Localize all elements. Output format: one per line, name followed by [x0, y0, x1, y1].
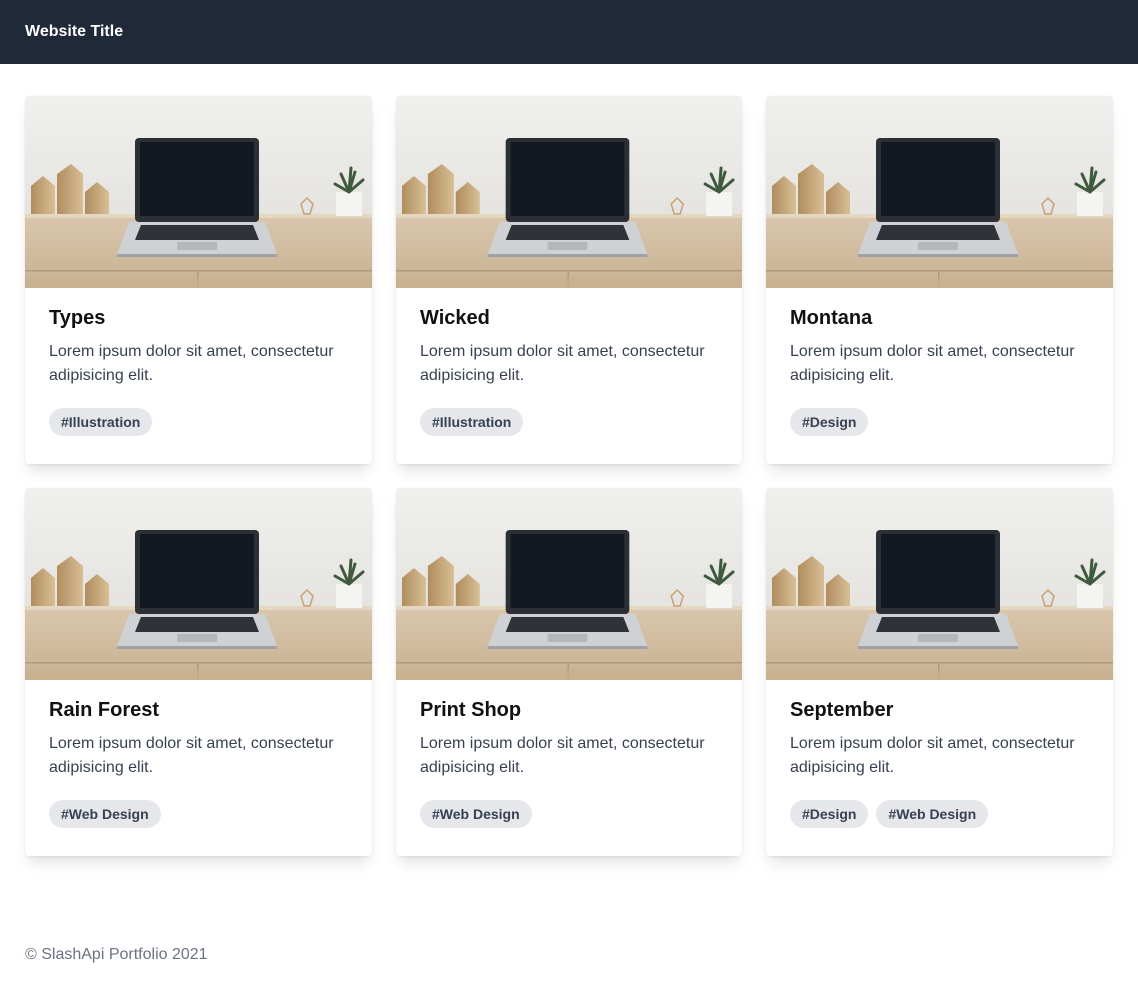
- tag-list: #Design #Web Design: [790, 800, 1089, 828]
- card-title: Rain Forest: [49, 699, 160, 721]
- tag-badge[interactable]: #Illustration: [420, 408, 524, 436]
- laptop-on-desk-photo: [396, 96, 742, 288]
- tag-list: #Web Design: [49, 800, 348, 828]
- copyright-text: © SlashApi Portfolio 2021: [25, 946, 208, 963]
- page-footer: © SlashApi Portfolio 2021: [25, 946, 208, 964]
- tag-list: #Illustration: [49, 408, 348, 436]
- tag-list: #Web Design: [420, 800, 718, 828]
- tag-badge[interactable]: #Web Design: [420, 800, 532, 828]
- card-body: Montana Lorem ipsum dolor sit amet, cons…: [766, 288, 1113, 436]
- card-body: Wicked Lorem ipsum dolor sit amet, conse…: [396, 288, 742, 436]
- card-title: Wicked: [420, 307, 490, 329]
- card-description: Lorem ipsum dolor sit amet, consectetur …: [420, 343, 705, 384]
- card-title: Montana: [790, 307, 873, 329]
- tag-badge[interactable]: #Web Design: [49, 800, 161, 828]
- card-description: Lorem ipsum dolor sit amet, consectetur …: [790, 735, 1075, 776]
- tag-badge[interactable]: #Design: [790, 800, 869, 828]
- laptop-on-desk-photo: [25, 96, 372, 288]
- card-description: Lorem ipsum dolor sit amet, consectetur …: [49, 735, 334, 776]
- card-title: Types: [49, 307, 106, 329]
- card-body: September Lorem ipsum dolor sit amet, co…: [766, 680, 1113, 828]
- card-description: Lorem ipsum dolor sit amet, consectetur …: [420, 735, 705, 776]
- portfolio-card[interactable]: Montana Lorem ipsum dolor sit amet, cons…: [766, 96, 1113, 464]
- card-body: Print Shop Lorem ipsum dolor sit amet, c…: [396, 680, 742, 828]
- card-description: Lorem ipsum dolor sit amet, consectetur …: [49, 343, 334, 384]
- laptop-on-desk-photo: [766, 96, 1113, 288]
- portfolio-card[interactable]: Wicked Lorem ipsum dolor sit amet, conse…: [396, 96, 742, 464]
- tag-list: #Design: [790, 408, 1089, 436]
- site-header: Website Title: [0, 0, 1138, 64]
- card-description: Lorem ipsum dolor sit amet, consectetur …: [790, 343, 1075, 384]
- portfolio-card[interactable]: September Lorem ipsum dolor sit amet, co…: [766, 488, 1113, 856]
- laptop-on-desk-photo: [396, 488, 742, 680]
- laptop-on-desk-photo: [25, 488, 372, 680]
- card-body: Rain Forest Lorem ipsum dolor sit amet, …: [25, 680, 372, 828]
- tag-badge[interactable]: #Illustration: [49, 408, 153, 436]
- tag-list: #Illustration: [420, 408, 718, 436]
- portfolio-card[interactable]: Types Lorem ipsum dolor sit amet, consec…: [25, 96, 372, 464]
- site-title[interactable]: Website Title: [25, 23, 123, 41]
- portfolio-grid: Types Lorem ipsum dolor sit amet, consec…: [25, 96, 1113, 856]
- portfolio-card[interactable]: Print Shop Lorem ipsum dolor sit amet, c…: [396, 488, 742, 856]
- tag-badge[interactable]: #Web Design: [876, 800, 989, 828]
- card-title: September: [790, 699, 894, 721]
- card-body: Types Lorem ipsum dolor sit amet, consec…: [25, 288, 372, 436]
- laptop-on-desk-photo: [766, 488, 1113, 680]
- portfolio-card[interactable]: Rain Forest Lorem ipsum dolor sit amet, …: [25, 488, 372, 856]
- tag-badge[interactable]: #Design: [790, 408, 869, 436]
- card-title: Print Shop: [420, 699, 522, 721]
